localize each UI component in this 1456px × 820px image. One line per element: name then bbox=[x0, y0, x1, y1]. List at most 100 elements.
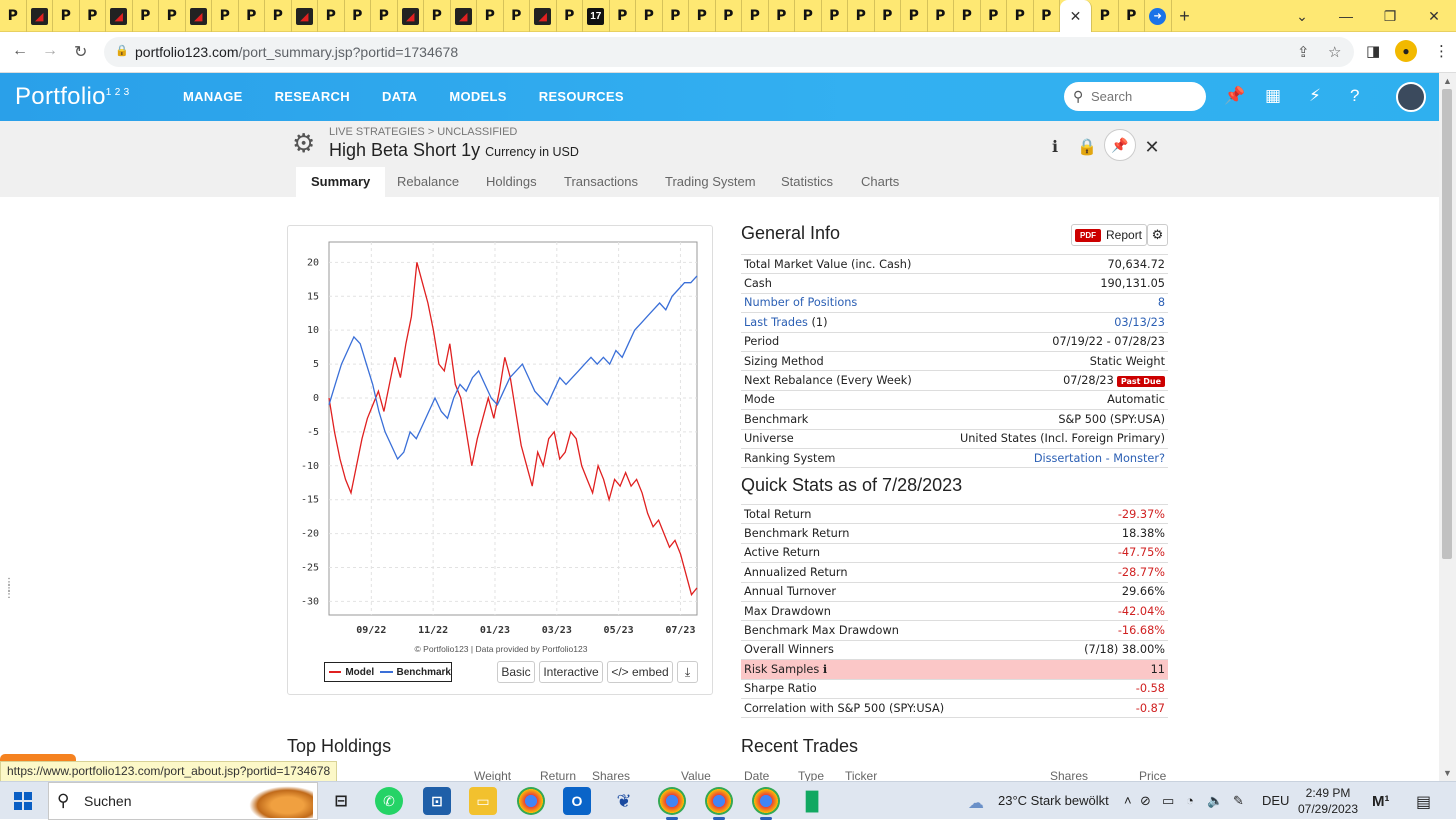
side-panel-icon[interactable]: ◨ bbox=[1366, 42, 1380, 60]
feather-app-icon[interactable]: ❦ bbox=[610, 787, 638, 815]
wifi-icon[interactable]: ◔ bbox=[1186, 793, 1194, 808]
new-tab-button[interactable]: + bbox=[1172, 0, 1198, 32]
whatsapp-icon[interactable]: ✆ bbox=[375, 787, 403, 815]
browser-tab[interactable]: P bbox=[265, 0, 292, 32]
browser-tab[interactable]: ➜ bbox=[1145, 0, 1172, 32]
chrome-profile-4-icon[interactable] bbox=[752, 787, 780, 820]
chrome-profile-3-icon[interactable] bbox=[705, 787, 733, 820]
tab-statistics[interactable]: Statistics bbox=[766, 167, 848, 197]
close-icon[interactable]: ✕ bbox=[1140, 135, 1164, 159]
browser-tab[interactable]: P bbox=[1092, 0, 1119, 32]
reload-icon[interactable]: ↻ bbox=[74, 42, 87, 62]
browser-tab[interactable]: P bbox=[928, 0, 954, 32]
tab-charts[interactable]: Charts bbox=[846, 167, 914, 197]
browser-tab[interactable]: P bbox=[80, 0, 106, 32]
address-bar[interactable]: 🔒 portfolio123.com/port_summary.jsp?port… bbox=[104, 37, 1354, 67]
tab-transactions[interactable]: Transactions bbox=[549, 167, 653, 197]
id-app-icon[interactable]: ⊡ bbox=[423, 787, 451, 815]
browser-tab[interactable]: P bbox=[557, 0, 583, 32]
browser-tab[interactable]: P bbox=[424, 0, 451, 32]
address-url[interactable]: portfolio123.com/port_summary.jsp?portid… bbox=[135, 44, 458, 60]
user-avatar[interactable] bbox=[1396, 82, 1426, 112]
scroll-up-icon[interactable]: ▲ bbox=[1443, 76, 1452, 86]
nav-research[interactable]: RESEARCH bbox=[275, 89, 350, 104]
browser-tab[interactable]: P bbox=[504, 0, 530, 32]
taskbar-clock[interactable]: 2:49 PM 07/29/2023 bbox=[1296, 785, 1360, 817]
column-header[interactable]: Ticker bbox=[845, 769, 877, 781]
browser-tab[interactable]: P bbox=[133, 0, 159, 32]
browser-tab[interactable]: P bbox=[716, 0, 742, 32]
browser-tab[interactable]: ◢ bbox=[292, 0, 318, 32]
browser-tab[interactable]: P bbox=[848, 0, 875, 32]
browser-tab[interactable]: P bbox=[159, 0, 186, 32]
browser-tab[interactable]: P bbox=[1007, 0, 1034, 32]
browser-tab[interactable]: P bbox=[689, 0, 716, 32]
browser-tab[interactable]: ◢ bbox=[27, 0, 53, 32]
outlook-icon[interactable]: O bbox=[563, 787, 591, 815]
tab-holdings[interactable]: Holdings bbox=[471, 167, 552, 197]
chrome-profile-1-icon[interactable] bbox=[517, 787, 545, 815]
nav-manage[interactable]: MANAGE bbox=[183, 89, 243, 104]
portfolio123-logo[interactable]: Portfolio1 2 3 bbox=[15, 83, 130, 111]
lightning-icon[interactable]: ⚡ bbox=[1309, 86, 1321, 106]
maximize-icon[interactable]: ❐ bbox=[1368, 0, 1412, 32]
scroll-down-icon[interactable]: ▼ bbox=[1443, 768, 1452, 778]
browser-tab[interactable]: P bbox=[477, 0, 504, 32]
column-header[interactable]: Shares bbox=[592, 769, 630, 781]
general-info-label[interactable]: Last Trades (1) bbox=[744, 316, 828, 329]
nav-resources[interactable]: RESOURCES bbox=[539, 89, 624, 104]
tab-rebalance[interactable]: Rebalance bbox=[382, 167, 474, 197]
browser-tab[interactable]: P bbox=[212, 0, 239, 32]
browser-tab[interactable]: 17 bbox=[583, 0, 610, 32]
windows-start-icon[interactable] bbox=[14, 792, 32, 810]
m1-app-icon[interactable]: M¹ bbox=[1372, 793, 1390, 810]
pen-icon[interactable]: ✎ bbox=[1233, 793, 1244, 809]
report-settings-gear-icon[interactable]: ⚙ bbox=[1147, 224, 1168, 246]
notifications-icon[interactable]: ▤ bbox=[1416, 792, 1431, 812]
browser-tab[interactable]: P bbox=[0, 0, 27, 32]
nav-models[interactable]: MODELS bbox=[449, 89, 506, 104]
tab-trading-system[interactable]: Trading System bbox=[650, 167, 771, 197]
browser-tab[interactable]: P bbox=[769, 0, 795, 32]
active-tab-close-icon[interactable]: ✕ bbox=[1060, 0, 1092, 32]
browser-tab[interactable]: ◢ bbox=[186, 0, 212, 32]
pin-button[interactable]: 📌 bbox=[1104, 129, 1136, 161]
column-header[interactable]: Price bbox=[1139, 769, 1166, 781]
browser-tab[interactable]: P bbox=[901, 0, 928, 32]
info-icon[interactable]: ℹ bbox=[819, 663, 827, 676]
browser-tab[interactable]: P bbox=[981, 0, 1007, 32]
resize-grip[interactable]: ⋮ ⋮ ⋮ bbox=[4, 578, 14, 600]
volume-icon[interactable]: 🔈 bbox=[1207, 793, 1223, 809]
file-explorer-icon[interactable]: ▭ bbox=[469, 787, 497, 815]
apps-grid-icon[interactable]: ▦ bbox=[1265, 86, 1281, 106]
browser-tab[interactable]: P bbox=[742, 0, 769, 32]
column-header[interactable]: Value bbox=[681, 769, 711, 781]
browser-tab[interactable]: P bbox=[795, 0, 822, 32]
breadcrumb[interactable]: LIVE STRATEGIES > UNCLASSIFIED bbox=[329, 126, 517, 138]
general-info-value[interactable]: Dissertation - Monster? bbox=[1034, 452, 1165, 465]
close-window-icon[interactable]: ✕ bbox=[1412, 0, 1456, 32]
browser-tab[interactable]: ◢ bbox=[106, 0, 133, 32]
search-input[interactable] bbox=[1091, 87, 1196, 106]
browser-tab[interactable]: P bbox=[954, 0, 981, 32]
browser-tab[interactable]: P bbox=[636, 0, 663, 32]
column-header[interactable]: Type bbox=[798, 769, 824, 781]
browser-tab[interactable]: P bbox=[1119, 0, 1145, 32]
tray-chevron-icon[interactable]: ˄ bbox=[1124, 793, 1132, 808]
taskbar-search[interactable]: ⚲ Suchen bbox=[48, 782, 318, 820]
interactive-button[interactable]: Interactive bbox=[539, 661, 603, 683]
weather-text[interactable]: 23°C Stark bewölkt bbox=[998, 793, 1109, 808]
search-box[interactable]: ⚲ bbox=[1064, 82, 1206, 111]
profile-avatar[interactable]: ● bbox=[1395, 40, 1417, 62]
help-icon[interactable]: ? bbox=[1350, 86, 1359, 106]
tab-search-chevron-icon[interactable]: ⌄ bbox=[1280, 0, 1324, 32]
page-scrollbar[interactable]: ▲ ▼ bbox=[1439, 73, 1456, 781]
settings-gear-icon[interactable]: ⚙ bbox=[292, 128, 315, 159]
column-header[interactable]: Weight bbox=[474, 769, 511, 781]
language-indicator[interactable]: DEU bbox=[1262, 793, 1289, 808]
back-icon[interactable]: ← bbox=[12, 42, 28, 60]
download-icon[interactable]: ⤓ bbox=[677, 661, 698, 683]
browser-tab[interactable]: P bbox=[371, 0, 398, 32]
browser-tab[interactable]: ◢ bbox=[530, 0, 557, 32]
browser-tab[interactable]: P bbox=[1034, 0, 1060, 32]
